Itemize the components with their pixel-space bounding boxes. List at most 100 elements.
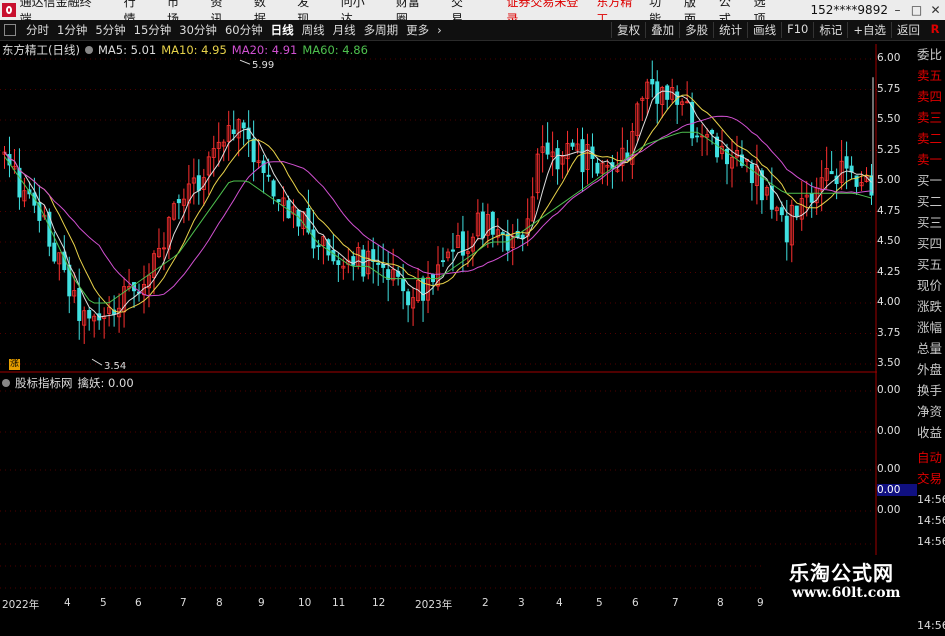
candle-body	[655, 81, 660, 104]
price-tick-label: 5.50	[877, 113, 901, 125]
indicator-value: 擒妖: 0.00	[77, 376, 134, 390]
quote-label[interactable]: 买三	[917, 212, 945, 233]
period-30min[interactable]: 30分钟	[175, 22, 221, 38]
price-tick-label: 3.50	[877, 357, 901, 369]
quote-label[interactable]: 现价	[917, 275, 945, 296]
overlay-button[interactable]: 叠加	[645, 22, 679, 38]
quote-label[interactable]: 收益	[917, 422, 945, 443]
auto-trade-label[interactable]: 交易	[917, 468, 945, 489]
mark-button[interactable]: 标记	[813, 22, 847, 38]
candle-body	[261, 160, 266, 174]
period-more[interactable]: 更多	[402, 22, 433, 38]
chevron-right-icon[interactable]: ›	[433, 23, 446, 37]
auto-trade-label[interactable]: 自动	[917, 447, 945, 468]
period-weekly[interactable]: 周线	[298, 22, 329, 38]
candle-body	[490, 211, 495, 235]
candle-body	[779, 207, 784, 216]
candlestick-chart[interactable]: 5.99 3.54	[0, 44, 877, 609]
quote-label[interactable]: 卖二	[917, 128, 945, 149]
candle-body	[784, 215, 789, 243]
quote-label[interactable]: 总量	[917, 338, 945, 359]
period-60min[interactable]: 60分钟	[221, 22, 267, 38]
trade-time: 14:56	[917, 514, 945, 527]
add-watchlist-button[interactable]: +自选	[847, 22, 891, 38]
period-15min[interactable]: 15分钟	[130, 22, 176, 38]
close-icon[interactable]: ✕	[926, 3, 945, 17]
r-indicator[interactable]: R	[925, 22, 945, 38]
quote-label[interactable]: 卖四	[917, 86, 945, 107]
indicator-tick-label: 0.00	[877, 504, 901, 516]
period-monthly[interactable]: 月线	[329, 22, 360, 38]
low-marker	[91, 358, 103, 366]
user-account[interactable]: 152****9892	[811, 3, 888, 17]
date-axis: 2022年4567891011122023年2345678910	[0, 597, 877, 611]
rise-badge: 涨	[9, 359, 20, 370]
quote-label[interactable]: 外盘	[917, 359, 945, 380]
watermark-title: 乐淘公式网	[789, 561, 894, 585]
draw-line-button[interactable]: 画线	[747, 22, 781, 38]
indicator-tick-label: 0.00	[877, 425, 901, 437]
quote-label[interactable]: 换手	[917, 380, 945, 401]
candle-body	[52, 242, 57, 262]
back-button[interactable]: 返回	[891, 22, 925, 38]
candle-body	[421, 277, 426, 301]
quote-label[interactable]: 买二	[917, 191, 945, 212]
high-marker	[239, 59, 251, 65]
period-5min[interactable]: 5分钟	[91, 22, 129, 38]
settings-dot-icon[interactable]	[2, 379, 10, 387]
candle-body	[316, 245, 321, 248]
indicator-tick-label: 0.00	[877, 384, 901, 396]
date-tick-label: 4	[64, 597, 71, 609]
f10-button[interactable]: F10	[781, 22, 813, 38]
date-tick-label: 5	[596, 597, 603, 609]
watermark-url: www.60lt.com	[792, 585, 901, 601]
candle-body	[570, 142, 575, 147]
candle-body	[695, 135, 700, 138]
quote-label[interactable]: 买一	[917, 170, 945, 191]
quote-label[interactable]: 卖一	[917, 149, 945, 170]
quote-label[interactable]: 涨幅	[917, 317, 945, 338]
candle-body	[480, 211, 485, 239]
price-tick-label: 3.75	[877, 326, 901, 339]
candle-body	[710, 129, 715, 134]
maximize-icon[interactable]: □	[907, 3, 926, 17]
low-label: 3.54	[104, 361, 126, 372]
period-daily[interactable]: 日线	[267, 22, 298, 38]
date-tick-label: 10	[298, 597, 312, 609]
candle-body	[650, 79, 655, 85]
quote-label[interactable]: 涨跌	[917, 296, 945, 317]
date-tick-label: 11	[332, 597, 346, 609]
date-tick-label: 8	[717, 597, 724, 609]
period-1min[interactable]: 1分钟	[53, 22, 91, 38]
candle-body	[17, 167, 22, 198]
quote-label[interactable]: 买四	[917, 233, 945, 254]
candle-body	[276, 199, 281, 203]
trade-time: 14:56	[917, 619, 945, 632]
multi-stock-button[interactable]: 多股	[679, 22, 713, 38]
quote-label[interactable]: 买五	[917, 254, 945, 275]
period-tick[interactable]: 分时	[22, 22, 53, 38]
layout-toggle-icon[interactable]	[4, 24, 16, 36]
candle-body	[176, 199, 181, 204]
candle-body	[196, 175, 201, 191]
candle-body	[450, 249, 455, 252]
candle-body	[376, 262, 381, 265]
indicator-current-value: 0.00	[877, 484, 917, 496]
quote-side-panel: 委比 卖五 卖四 卖三 卖二 卖一 买一 买二 买三 买四 买五 现价 涨跌 涨幅 总量 外盘 换手 净资 收益自动…	[917, 44, 945, 632]
quote-label[interactable]: 净资	[917, 401, 945, 422]
date-tick-label: 9	[757, 597, 764, 609]
candle-body	[580, 139, 585, 173]
quote-label[interactable]: 委比	[917, 44, 945, 65]
high-label: 5.99	[252, 60, 274, 71]
price-tick-label: 5.25	[877, 143, 901, 156]
quote-label[interactable]: 卖三	[917, 107, 945, 128]
indicator-source: 股标指标网	[15, 376, 73, 390]
stats-button[interactable]: 统计	[713, 22, 747, 38]
candle-body	[545, 142, 550, 155]
quote-label[interactable]: 卖五	[917, 65, 945, 86]
minimize-icon[interactable]: –	[888, 3, 907, 17]
candle-body	[271, 180, 276, 197]
app-logo-icon	[2, 3, 16, 17]
restore-rights-button[interactable]: 复权	[611, 22, 645, 38]
period-multi[interactable]: 多周期	[360, 22, 403, 38]
